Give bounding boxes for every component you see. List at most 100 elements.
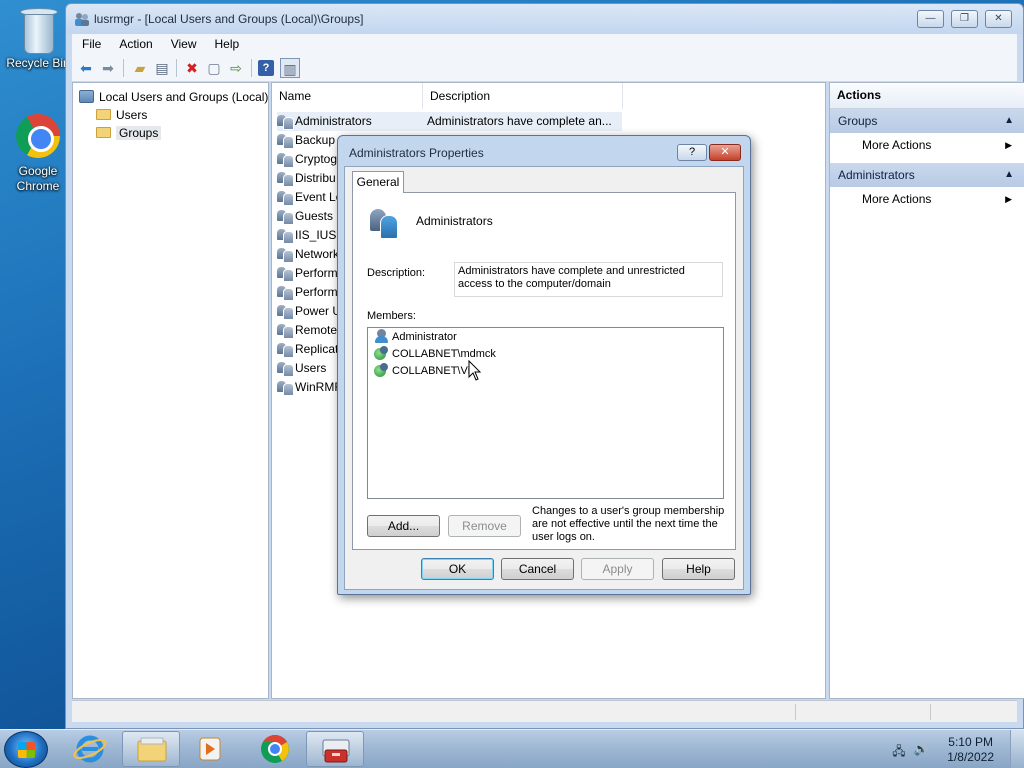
- domain-user-icon: [374, 363, 389, 377]
- group-icon: [368, 207, 398, 239]
- taskbar-media-player[interactable]: [182, 731, 240, 767]
- tab-general[interactable]: General: [352, 171, 404, 193]
- member-item[interactable]: Administrator: [374, 329, 457, 346]
- start-button[interactable]: [4, 731, 48, 768]
- dialog-body: General Administrators Description: Admi…: [344, 166, 744, 590]
- computer-management-icon: [79, 90, 94, 103]
- description-field[interactable]: Administrators have complete and unrestr…: [454, 262, 723, 297]
- properties-icon[interactable]: ▢: [204, 58, 224, 78]
- group-icon: [277, 361, 294, 377]
- remove-button[interactable]: Remove: [448, 515, 521, 537]
- window-titlebar[interactable]: lusrmgr - [Local Users and Groups (Local…: [66, 4, 1023, 34]
- actions-pane: Actions Groups ▲ More Actions ▶ Administ…: [829, 82, 1024, 699]
- group-name: Administrators: [416, 214, 493, 228]
- app-icon: [75, 13, 89, 26]
- user-icon: [374, 329, 389, 343]
- action-label: More Actions: [862, 138, 932, 152]
- column-header-description[interactable]: Description: [423, 83, 623, 109]
- taskbar-lusrmgr[interactable]: [306, 731, 364, 767]
- actions-section-groups[interactable]: Groups ▲: [830, 109, 1024, 133]
- apply-button[interactable]: Apply: [581, 558, 654, 580]
- cancel-button[interactable]: Cancel: [501, 558, 574, 580]
- group-icon: [277, 247, 294, 263]
- group-icon: [277, 266, 294, 282]
- show-action-pane-icon[interactable]: ▥: [280, 58, 300, 78]
- group-icon: [277, 190, 294, 206]
- chrome-icon: [261, 735, 289, 763]
- desktop-icon-chrome[interactable]: Google Chrome: [4, 112, 72, 194]
- domain-user-icon: [374, 346, 389, 360]
- media-player-icon: [199, 737, 221, 761]
- group-icon: [277, 171, 294, 187]
- show-desktop-button[interactable]: [1010, 730, 1024, 768]
- collapse-icon[interactable]: ▲: [1004, 109, 1014, 133]
- actions-section-administrators[interactable]: Administrators ▲: [830, 163, 1024, 187]
- actions-title: Actions: [830, 83, 1024, 109]
- menu-view[interactable]: View: [161, 34, 205, 51]
- menu-help[interactable]: Help: [205, 34, 248, 51]
- tree-item-label: Users: [116, 108, 148, 122]
- status-bar: [72, 700, 1017, 722]
- general-tab-page: Administrators Description: Administrato…: [352, 192, 736, 550]
- group-icon: [277, 323, 294, 339]
- file-explorer-icon: [137, 737, 167, 762]
- dialog-close-button[interactable]: ✕: [709, 144, 741, 161]
- help-button[interactable]: Help: [662, 558, 735, 580]
- member-item[interactable]: COLLABNET\Vi: [374, 363, 470, 380]
- more-actions-item[interactable]: More Actions ▶: [830, 188, 1024, 210]
- group-icon: [277, 380, 294, 396]
- tree-item-root[interactable]: Local Users and Groups (Local): [79, 89, 268, 106]
- mouse-cursor-icon: [468, 360, 482, 381]
- member-name: COLLABNET\mdmck: [392, 348, 496, 360]
- clock-time: 5:10 PM: [948, 735, 993, 749]
- forward-icon[interactable]: ➡: [98, 58, 118, 78]
- network-icon[interactable]: 🖧: [891, 742, 907, 758]
- restore-button[interactable]: ❐: [951, 10, 978, 28]
- taskbar: 🖧 🔊 5:10 PM 1/8/2022: [0, 729, 1024, 768]
- desktop-icon-label: Recycle Bin: [6, 56, 70, 70]
- group-row[interactable]: Administrators Administrators have comple…: [277, 112, 622, 131]
- folder-open-icon: [96, 127, 111, 138]
- group-icon: [277, 133, 294, 149]
- more-actions-item[interactable]: More Actions ▶: [830, 134, 1024, 156]
- members-list[interactable]: Administrator COLLABNET\mdmck COLLABNET\…: [367, 327, 724, 499]
- computer-management-icon: [322, 739, 350, 763]
- taskbar-chrome[interactable]: [246, 731, 304, 767]
- taskbar-ie[interactable]: [62, 731, 120, 767]
- help-icon[interactable]: ?: [258, 60, 274, 76]
- tree-item-label: Groups: [116, 126, 162, 140]
- export-list-icon[interactable]: ⇨: [226, 58, 246, 78]
- back-icon[interactable]: ⬅: [76, 58, 96, 78]
- ok-button[interactable]: OK: [421, 558, 494, 580]
- menu-action[interactable]: Action: [109, 34, 160, 51]
- clock-date: 1/8/2022: [947, 750, 994, 764]
- column-header-name[interactable]: Name: [272, 83, 423, 109]
- section-label: Administrators: [838, 168, 915, 182]
- desktop-icon-label: Google Chrome: [16, 164, 60, 193]
- description-label: Description:: [367, 267, 426, 279]
- show-hide-tree-icon[interactable]: ▤: [152, 58, 172, 78]
- group-icon: [277, 304, 294, 320]
- minimize-button[interactable]: —: [917, 10, 944, 28]
- tree-item-users[interactable]: Users: [96, 107, 147, 124]
- menu-file[interactable]: File: [72, 34, 109, 51]
- tree-item-groups[interactable]: Groups: [96, 125, 162, 142]
- volume-icon[interactable]: 🔊: [913, 742, 929, 756]
- close-button[interactable]: ✕: [985, 10, 1012, 28]
- member-name: COLLABNET\Vi: [392, 365, 471, 377]
- clock[interactable]: 5:10 PM 1/8/2022: [947, 735, 994, 765]
- add-button[interactable]: Add...: [367, 515, 440, 537]
- collapse-icon[interactable]: ▲: [1004, 163, 1014, 187]
- up-folder-icon[interactable]: ▰: [130, 58, 150, 78]
- recycle-bin-icon: [14, 6, 62, 54]
- dialog-help-button[interactable]: ?: [677, 144, 707, 161]
- console-tree: Local Users and Groups (Local) Users Gro…: [72, 82, 269, 699]
- desktop-icon-recycle-bin[interactable]: Recycle Bin: [4, 6, 72, 71]
- group-icon: [277, 285, 294, 301]
- members-label: Members:: [367, 310, 416, 322]
- folder-icon: [96, 109, 111, 120]
- dialog-title: Administrators Properties: [349, 146, 484, 160]
- window-title: lusrmgr - [Local Users and Groups (Local…: [94, 12, 364, 26]
- taskbar-explorer[interactable]: [122, 731, 180, 767]
- delete-icon[interactable]: ✖: [182, 58, 202, 78]
